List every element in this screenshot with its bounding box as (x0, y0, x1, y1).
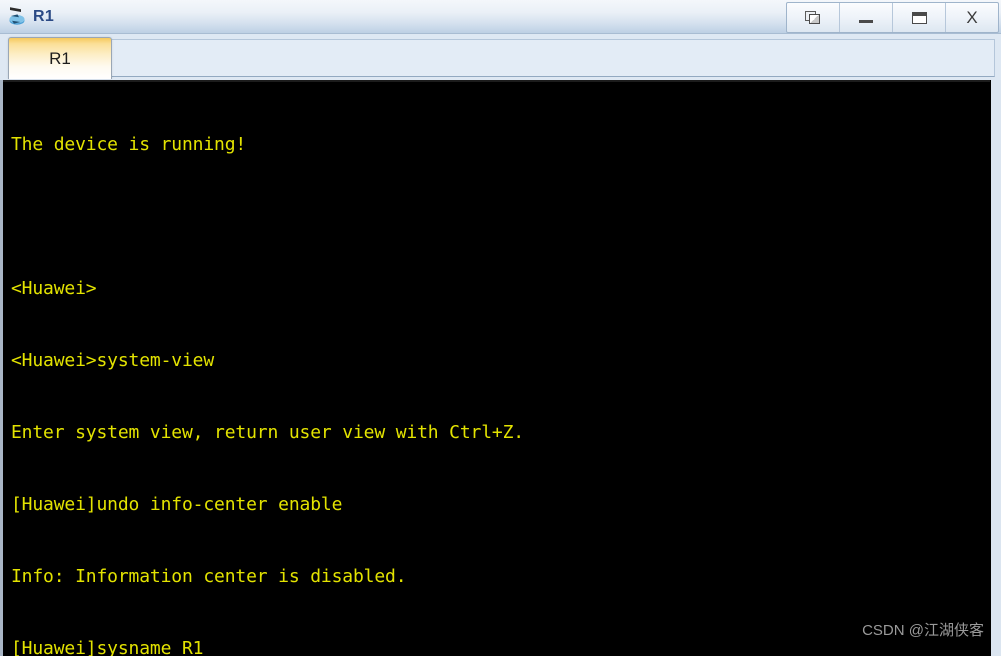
terminal-top-edge (3, 80, 990, 82)
terminal-output: The device is running! <Huawei> <Huawei>… (11, 85, 990, 656)
minimize-icon (859, 20, 873, 23)
restore-icon (805, 10, 821, 25)
window-controls: X (786, 2, 999, 33)
tab-strip: R1 (0, 34, 1001, 80)
tab-r1[interactable]: R1 (8, 37, 112, 79)
terminal-line: <Huawei> (11, 278, 97, 299)
maximize-button[interactable] (893, 3, 946, 32)
restore-button[interactable] (787, 3, 840, 32)
close-icon: X (966, 8, 978, 27)
terminal-line: [Huawei]undo info-center enable (11, 494, 343, 515)
terminal-line: <Huawei>system-view (11, 350, 215, 371)
tab-strip-inner: R1 (4, 37, 997, 80)
router-icon (6, 6, 28, 28)
terminal-line: The device is running! (11, 134, 247, 155)
tab-label: R1 (49, 48, 71, 68)
router-cli-window: R1 X R1 The device is running! <Huawei> … (0, 0, 1001, 656)
tab-strip-empty-area (110, 39, 995, 77)
window-title: R1 (33, 7, 55, 25)
titlebar-left: R1 (0, 6, 54, 28)
window-titlebar[interactable]: R1 X (0, 0, 1001, 34)
minimize-button[interactable] (840, 3, 893, 32)
terminal-line: Enter system view, return user view with… (11, 422, 524, 443)
terminal-right-edge (990, 80, 1001, 656)
watermark: CSDN @江湖侠客 (862, 622, 984, 639)
terminal-console[interactable]: The device is running! <Huawei> <Huawei>… (0, 80, 1001, 656)
terminal-line: [Huawei]sysname R1 (11, 638, 204, 656)
terminal-line: Info: Information center is disabled. (11, 566, 407, 587)
maximize-icon (911, 11, 927, 24)
close-button[interactable]: X (946, 3, 998, 32)
